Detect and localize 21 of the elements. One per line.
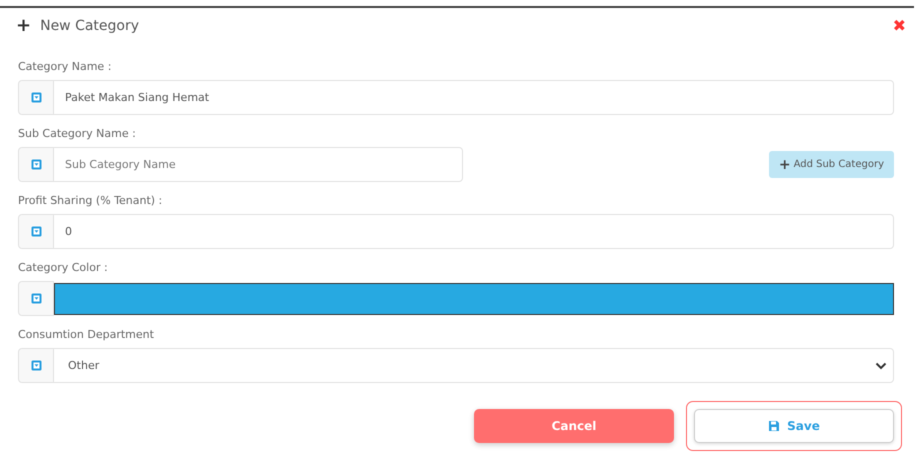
- dropdown-square-icon: [30, 92, 42, 103]
- save-icon: [768, 420, 780, 432]
- plus-icon: +: [16, 17, 32, 35]
- add-sub-category-button[interactable]: + Add Sub Category: [768, 151, 894, 178]
- dropdown-square-icon: [30, 226, 42, 237]
- dropdown-square-icon: [30, 360, 42, 371]
- dropdown-square-icon: [30, 159, 42, 170]
- field-label: Category Name :: [18, 60, 112, 74]
- field-label: Sub Category Name :: [18, 127, 137, 141]
- field-label: Category Color :: [18, 261, 109, 275]
- field-label: Consumtion Department: [18, 328, 155, 342]
- color-field[interactable]: [54, 282, 894, 314]
- select-field[interactable]: Other: [54, 348, 894, 383]
- text-field[interactable]: Paket Makan Siang Hemat: [54, 80, 894, 115]
- text-field[interactable]: 0: [54, 214, 894, 249]
- chevron-down-icon: [875, 362, 887, 370]
- text-field[interactable]: Sub Category Name: [54, 147, 463, 182]
- field-label: Profit Sharing (% Tenant) :: [18, 194, 164, 208]
- close-icon[interactable]: ✖: [892, 18, 906, 34]
- dropdown-square-icon: [30, 293, 42, 304]
- dialog-title: New Category: [40, 18, 140, 34]
